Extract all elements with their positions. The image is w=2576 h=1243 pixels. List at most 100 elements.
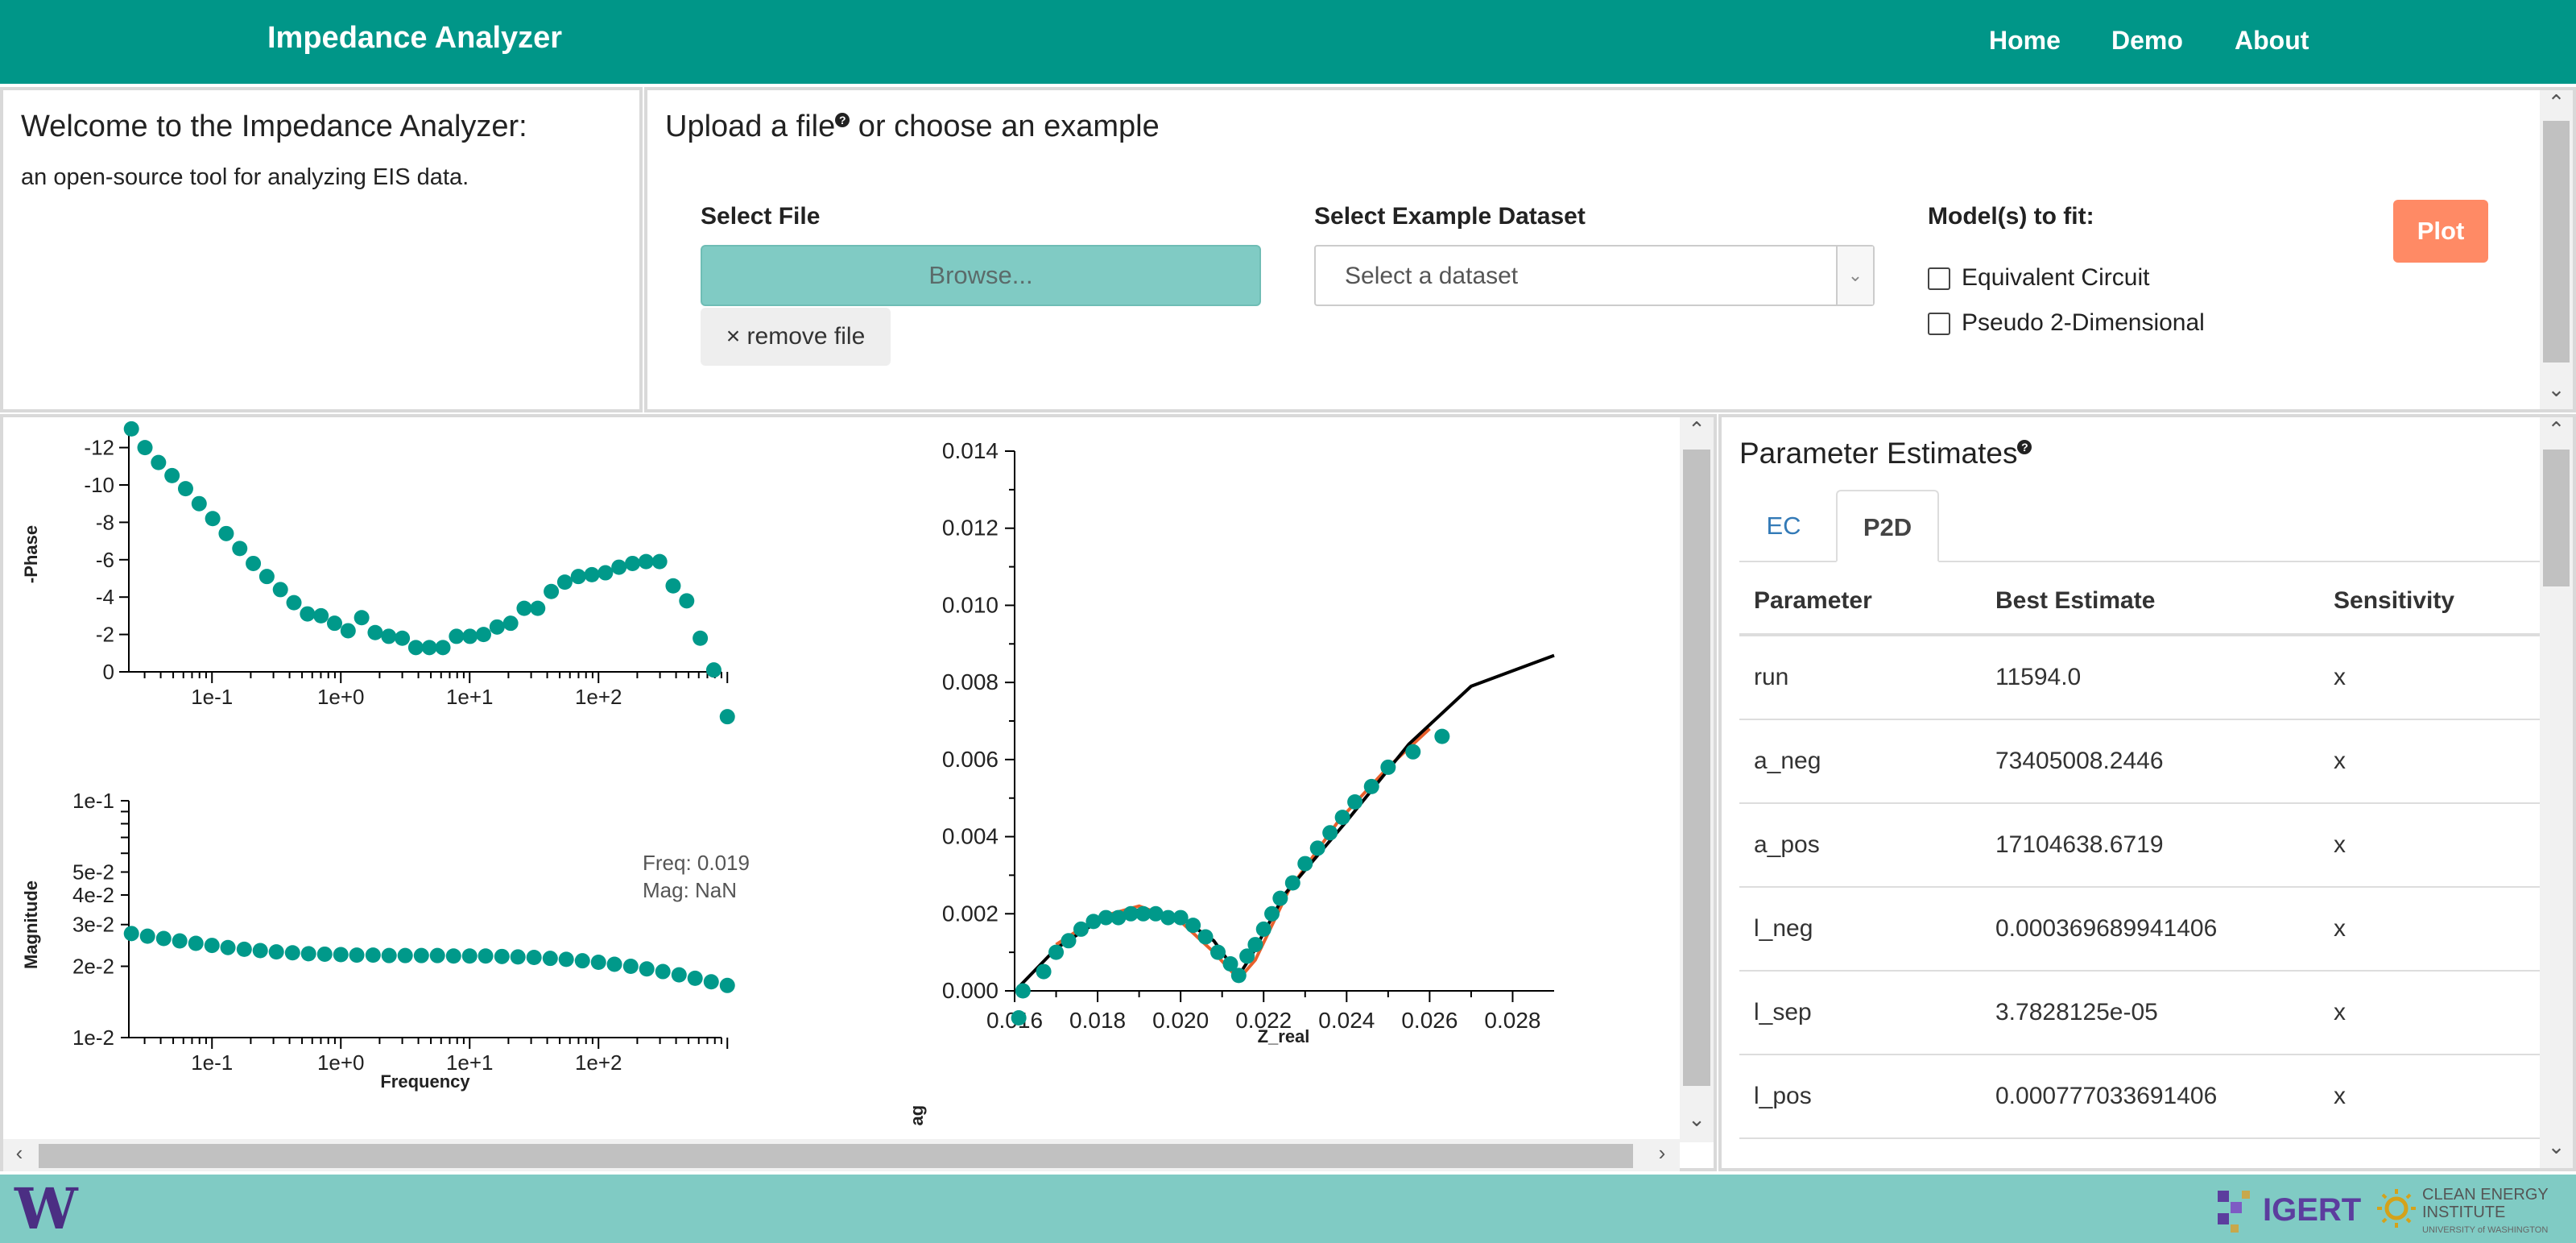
scroll-down-icon[interactable]: ⌄ — [2540, 377, 2573, 406]
phase-point — [137, 440, 153, 456]
browse-button[interactable]: Browse... — [701, 245, 1261, 306]
phase-point — [395, 630, 411, 646]
nav-home-link[interactable]: Home — [1989, 26, 2061, 56]
table-header-row: Parameter Best Estimate Sensitivity — [1739, 569, 2545, 636]
magnitude-point — [300, 946, 316, 962]
model-ec-checkbox[interactable] — [1928, 267, 1950, 291]
magnitude-point — [172, 933, 188, 949]
magnitude-x-tick-label: 1e-1 — [191, 1050, 233, 1075]
phase-point — [475, 627, 491, 643]
nav-demo-link[interactable]: Demo — [2111, 26, 2183, 56]
phase-point — [381, 628, 397, 644]
phase-point — [191, 495, 207, 512]
magnitude-point — [413, 947, 429, 963]
cell-sensitivity[interactable]: x — [2319, 635, 2545, 720]
column-parameter: Parameter — [1739, 569, 1981, 636]
cell-parameter: l_neg — [1739, 887, 1981, 972]
parameter-scrollbar[interactable]: ⌃ ⌄ — [2540, 417, 2573, 1168]
nyquist-ylabel: -Z_imag — [907, 1105, 927, 1126]
phase-point — [205, 511, 221, 527]
magnitude-point — [590, 954, 606, 970]
plots-canvas[interactable]: -Phase 0-2-4-6-8-10-12 1e-1 1e+0 1e+1 1e+2 … — [3, 417, 1678, 1126]
upload-panel: Upload a file? or choose an example Sele… — [644, 87, 2576, 412]
nyquist-point — [1264, 905, 1280, 922]
magnitude-ylabel: Magnitude — [21, 880, 41, 969]
model-ec-option[interactable]: Equivalent Circuit — [1928, 264, 2149, 292]
magnitude-point — [381, 947, 397, 963]
model-p2d-option[interactable]: Pseudo 2-Dimensional — [1928, 309, 2205, 337]
magnitude-point — [703, 974, 719, 990]
phase-y-tick-label: 0 — [103, 660, 114, 684]
magnitude-point — [220, 939, 236, 955]
remove-file-button[interactable]: × remove file — [701, 308, 891, 366]
phase-point — [258, 569, 275, 585]
plot-button[interactable]: Plot — [2393, 200, 2488, 263]
nav-about-link[interactable]: About — [2235, 26, 2309, 56]
scroll-left-icon[interactable]: ‹ — [3, 1141, 35, 1170]
phase-x-tick-label: 1e+0 — [317, 685, 365, 709]
upload-scrollbar[interactable]: ⌃ ⌄ — [2540, 90, 2573, 409]
phase-point — [246, 555, 262, 571]
cell-estimate: 0.000369689941406 — [1981, 887, 2319, 972]
nyquist-y-tick-label: 0.000 — [942, 978, 999, 1003]
scroll-down-icon[interactable]: ⌄ — [2540, 1134, 2573, 1163]
chevron-down-icon[interactable]: ⌄ — [1836, 247, 1873, 305]
scroll-up-icon[interactable]: ⌃ — [2540, 90, 2573, 119]
model-p2d-checkbox[interactable] — [1928, 313, 1950, 336]
plots-vscroll-thumb[interactable] — [1683, 450, 1710, 1086]
phase-point — [516, 600, 532, 616]
scroll-down-icon[interactable]: ⌄ — [1680, 1107, 1714, 1136]
igert-logo[interactable]: IGERT — [2214, 1183, 2361, 1236]
phase-point — [679, 593, 695, 609]
nyquist-fit-black-line — [1017, 653, 1555, 988]
magnitude-point — [574, 953, 590, 969]
cell-sensitivity[interactable]: x — [2319, 1138, 2545, 1168]
plots-hscroll[interactable]: ‹ › — [3, 1139, 1680, 1171]
example-dataset-select[interactable]: Select a dataset ⌄ — [1314, 245, 1875, 306]
magnitude-point — [671, 967, 687, 983]
parameter-scrollbar-thumb[interactable] — [2543, 450, 2570, 586]
app-title[interactable]: Impedance Analyzer — [267, 21, 562, 56]
parameter-title: Parameter Estimates? — [1739, 437, 2032, 470]
cell-sensitivity[interactable]: x — [2319, 971, 2545, 1055]
scroll-right-icon[interactable]: › — [1646, 1141, 1678, 1170]
magnitude-point — [558, 951, 574, 967]
table-row: Rp_neg 2.57409667969e-06 x — [1739, 1138, 2545, 1168]
cell-parameter: a_neg — [1739, 719, 1981, 804]
nyquist-plot[interactable]: -Z_imag Z_real 0.0000.0020.0040.0060.008… — [907, 438, 1555, 1126]
plots-hscroll-thumb[interactable] — [39, 1144, 1633, 1168]
question-circle-icon[interactable]: ? — [835, 113, 850, 127]
cei-logo[interactable]: CLEAN ENERGY INSTITUTE UNIVERSITY of WAS… — [2375, 1181, 2549, 1238]
question-circle-icon[interactable]: ? — [2017, 440, 2032, 454]
phase-point — [625, 555, 641, 571]
footer: W IGERT CLEAN ENERGY INSTITUTE UNIVERSIT… — [0, 1175, 2576, 1243]
cell-sensitivity[interactable]: x — [2319, 1054, 2545, 1139]
cell-sensitivity[interactable]: x — [2319, 803, 2545, 888]
phase-point — [665, 578, 681, 594]
phase-point — [719, 709, 735, 725]
nyquist-point — [1230, 967, 1247, 984]
scroll-up-icon[interactable]: ⌃ — [2540, 417, 2573, 446]
tab-p2d[interactable]: P2D — [1836, 490, 1939, 562]
magnitude-point — [687, 970, 703, 986]
cell-sensitivity[interactable]: x — [2319, 887, 2545, 972]
phase-point — [407, 640, 424, 656]
magnitude-point — [252, 943, 268, 959]
magnitude-point — [526, 949, 542, 965]
welcome-subtitle: an open-source tool for analyzing EIS da… — [21, 164, 469, 190]
cell-sensitivity[interactable]: x — [2319, 719, 2545, 804]
phase-point — [435, 640, 451, 656]
nyquist-y-tick-label: 0.006 — [942, 747, 999, 772]
cell-estimate: 11594.0 — [1981, 635, 2319, 720]
plots-vscroll[interactable]: ⌃ ⌄ — [1680, 417, 1714, 1142]
tab-ec[interactable]: EC — [1739, 490, 1828, 562]
magnitude-plot[interactable]: Magnitude Frequency 1e-22e-23e-24e-25e-2… — [21, 789, 750, 1092]
upload-scrollbar-thumb[interactable] — [2543, 121, 2570, 363]
uw-logo[interactable]: W — [14, 1181, 78, 1237]
phase-plot[interactable]: -Phase 0 -2 -4 -6 -8 -10 -12 1e-1 1e+0 1e+1 1e+2 — [21, 421, 735, 725]
nyquist-point — [1061, 933, 1077, 949]
scroll-up-icon[interactable]: ⌃ — [1680, 417, 1714, 446]
magnitude-point — [139, 928, 155, 944]
nyquist-x-tick-label: 0.020 — [1152, 1008, 1209, 1033]
cell-parameter: Rp_neg — [1739, 1138, 1981, 1168]
